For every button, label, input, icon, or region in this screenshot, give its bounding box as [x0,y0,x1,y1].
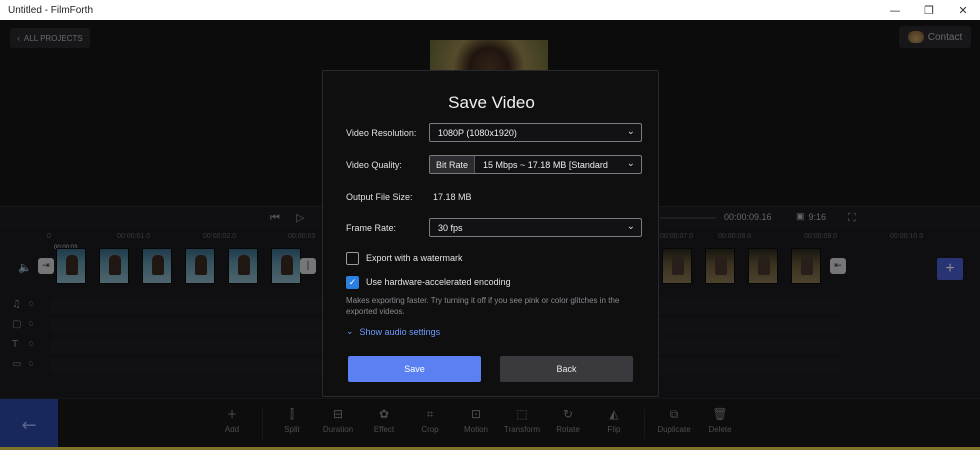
window-titlebar: Untitled - FilmForth — ❐ ✕ [0,0,980,20]
resolution-select[interactable]: 1080P (1080x1920) ⌄ [429,123,642,142]
save-button[interactable]: Save [348,356,481,382]
framerate-select[interactable]: 30 fps ⌄ [429,218,642,237]
window-title: Untitled - FilmForth [8,4,94,16]
resolution-value: 1080P (1080x1920) [438,127,517,138]
filesize-label: Output File Size: [346,192,413,202]
filesize-value: 17.18 MB [433,192,472,202]
hardware-encoding-checkbox[interactable]: ✓ [346,276,359,289]
watermark-checkbox[interactable] [346,252,359,265]
framerate-value: 30 fps [438,222,463,233]
dialog-title: Save Video [448,93,535,112]
hardware-encoding-hint: Makes exporting faster. Try turning it o… [346,296,620,316]
watermark-label: Export with a watermark [366,253,463,263]
chevron-down-icon: ⌄ [626,158,635,169]
chevron-down-icon: ⌄ [626,126,635,137]
restore-icon[interactable]: ❐ [912,0,946,20]
chevron-down-icon: ⌄ [346,326,354,336]
audio-settings-label: Show audio settings [359,326,441,337]
framerate-label: Frame Rate: [346,223,397,233]
back-button[interactable]: Back [500,356,633,382]
minimize-icon[interactable]: — [878,0,912,20]
quality-select[interactable]: Bit Rate 15 Mbps ~ 17.18 MB [Standard ⌄ [429,155,642,174]
save-video-dialog: Save Video Video Resolution: 1080P (1080… [322,70,659,397]
quality-value: 15 Mbps ~ 17.18 MB [Standard [483,159,608,170]
chevron-down-icon: ⌄ [626,221,635,232]
window-controls: — ❐ ✕ [878,0,980,20]
checkmark-icon: ✓ [348,277,357,288]
bitrate-mode-tag[interactable]: Bit Rate [430,156,476,173]
quality-label: Video Quality: [346,160,402,170]
show-audio-settings-link[interactable]: ⌄ Show audio settings [346,326,440,337]
hardware-encoding-label: Use hardware-accelerated encoding [366,277,511,287]
close-icon[interactable]: ✕ [946,0,980,20]
resolution-label: Video Resolution: [346,128,417,138]
